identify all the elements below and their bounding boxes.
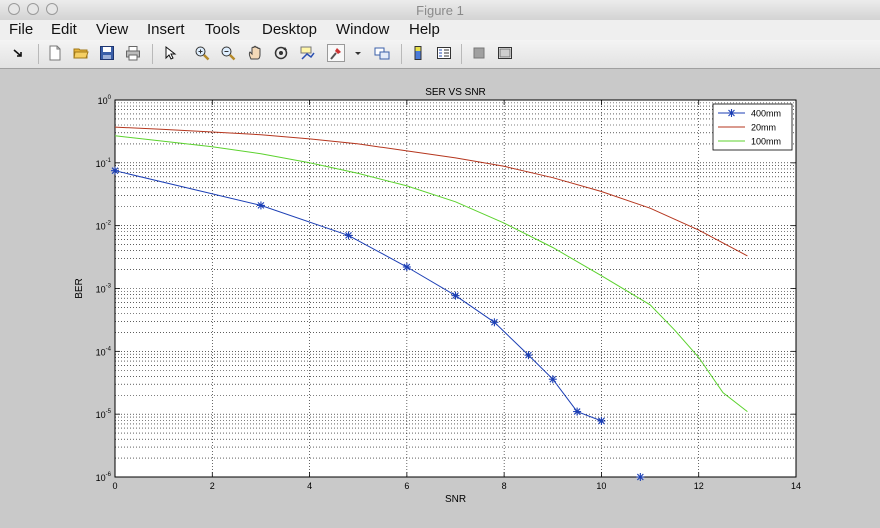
x-tick-label: 0	[112, 481, 117, 491]
data-point-400mm	[256, 201, 265, 210]
y-tick-label: 10-6	[96, 472, 112, 483]
data-point-400mm	[636, 473, 645, 481]
data-point-400mm	[490, 318, 499, 327]
y-tick-label: 10-3	[96, 284, 112, 295]
data-point-400mm	[597, 416, 606, 425]
y-tick-label: 100	[98, 95, 112, 106]
y-tick-label: 10-1	[96, 158, 112, 169]
y-tick-label: 10-5	[96, 409, 112, 420]
x-axis-label: SNR	[445, 494, 466, 505]
data-point-400mm	[344, 231, 353, 240]
x-tick-label: 12	[694, 481, 704, 491]
data-point-400mm	[573, 407, 582, 416]
x-tick-label: 8	[502, 481, 507, 491]
data-point-400mm	[451, 291, 460, 300]
data-point-400mm	[111, 166, 119, 175]
x-tick-label: 6	[404, 481, 409, 491]
legend-marker-400mm	[727, 109, 736, 117]
data-point-400mm	[402, 262, 411, 271]
y-axis-label: BER	[74, 278, 85, 299]
legend-label-20mm: 20mm	[751, 123, 776, 133]
legend-label-100mm: 100mm	[751, 137, 781, 147]
x-tick-label: 10	[596, 481, 606, 491]
x-tick-label: 2	[210, 481, 215, 491]
x-tick-label: 4	[307, 481, 312, 491]
chart-canvas: 0 2 4 6 8 10 12 14 10-6 10-5 10-4 10-3 10-2 10-1 100 SE…	[74, 87, 801, 505]
chart-title: SER VS SNR	[425, 87, 486, 98]
legend-label-400mm: 400mm	[751, 109, 781, 119]
y-tick-label: 10-2	[96, 221, 112, 232]
y-tick-label: 10-4	[96, 346, 112, 357]
data-point-400mm	[548, 375, 557, 384]
data-point-400mm	[524, 351, 533, 360]
x-tick-label: 14	[791, 481, 801, 491]
legend: 400mm 20mm 100mm	[712, 103, 793, 151]
